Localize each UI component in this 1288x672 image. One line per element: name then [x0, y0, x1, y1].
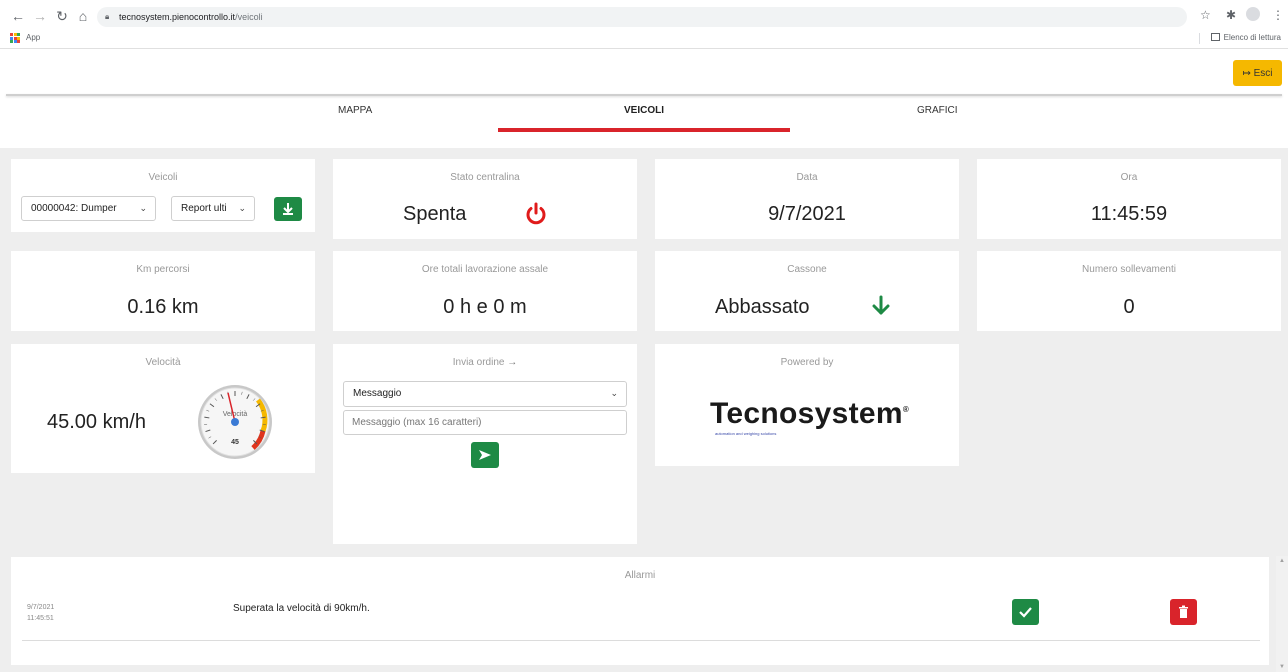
alarm-divider	[22, 640, 1260, 641]
alarm-timestamp: 9/7/2021 11:45:51	[27, 602, 54, 624]
header-divider	[6, 94, 1282, 96]
delete-alarm-button[interactable]	[1170, 599, 1197, 625]
sign-out-icon: ↦	[1242, 67, 1251, 79]
card-velocita: Velocità 45.00 km/h Velocità 45	[11, 344, 315, 473]
profile-icon[interactable]	[1246, 7, 1260, 21]
alarm-time: 11:45:51	[27, 615, 54, 622]
logo-registered-mark: ®	[902, 405, 910, 414]
card-data-title: Data	[796, 172, 818, 183]
bookmark-star-icon[interactable]: ☆	[1200, 8, 1211, 22]
velocita-value: 45.00 km/h	[47, 411, 146, 433]
card-velocita-title: Velocità	[145, 357, 181, 368]
bookmarks-bar: App Elenco di lettura	[0, 30, 1288, 48]
message-placeholder: Messaggio (max 16 caratteri)	[352, 417, 482, 428]
tab-mappa[interactable]: MAPPA	[338, 105, 372, 116]
card-km-percorsi: Km percorsi 0.16 km	[11, 251, 315, 331]
menu-kebab-icon[interactable]: ⋮	[1272, 8, 1284, 22]
logo-text: Tecnosystem	[710, 397, 903, 430]
card-ore-title: Ore totali lavorazione assale	[421, 264, 549, 275]
order-type-value: Messaggio	[353, 388, 402, 399]
card-data: Data 9/7/2021	[655, 159, 959, 239]
forward-icon[interactable]: →	[32, 8, 48, 24]
chrome-divider	[0, 48, 1288, 49]
apps-grid-icon[interactable]	[10, 33, 20, 43]
tab-grafici[interactable]: GRAFICI	[917, 105, 958, 116]
alarm-date: 9/7/2021	[27, 604, 55, 611]
card-km-title: Km percorsi	[136, 264, 190, 275]
report-select[interactable]: Report ulti ⌄	[171, 196, 255, 221]
logo-tagline: automation and weighing solutions	[715, 431, 777, 436]
download-button[interactable]	[274, 197, 302, 221]
card-sollevamenti: Numero sollevamenti 0	[977, 251, 1281, 331]
arrow-right-icon: →	[507, 357, 518, 368]
reading-list-icon	[1210, 33, 1220, 41]
trash-icon	[1179, 605, 1188, 618]
data-value: 9/7/2021	[768, 203, 846, 225]
order-type-select[interactable]: Messaggio ⌄	[343, 381, 627, 407]
card-invia-ordine: Invia ordine → Messaggio ⌄ Messaggio (ma…	[333, 344, 637, 544]
arrow-down-icon	[872, 295, 890, 315]
card-allarmi: Allarmi 9/7/2021 11:45:51 Superata la ve…	[11, 557, 1269, 665]
acknowledge-alarm-button[interactable]	[1012, 599, 1039, 625]
report-select-value: Report ulti	[181, 203, 227, 214]
card-sollevamenti-title: Numero sollevamenti	[1082, 264, 1176, 275]
gauge-hub	[231, 418, 239, 426]
card-cassone: Cassone Abbassato	[655, 251, 959, 331]
logout-label: Esci	[1253, 67, 1273, 79]
scroll-down-icon[interactable]: ▼	[1279, 664, 1285, 670]
ore-value: 0 h e 0 m	[443, 296, 527, 318]
card-ora-title: Ora	[1120, 172, 1138, 183]
home-icon[interactable]: ⌂	[75, 8, 91, 24]
gauge-readout: 45	[231, 439, 239, 446]
km-value: 0.16 km	[127, 296, 199, 318]
card-veicoli-title: Veicoli	[148, 172, 178, 183]
power-icon	[526, 202, 546, 225]
back-icon[interactable]: ←	[10, 8, 26, 24]
card-ordine-title: Invia ordine →	[333, 357, 637, 368]
check-icon	[1019, 607, 1032, 618]
bookmarks-separator	[1199, 33, 1200, 44]
card-stato-title: Stato centralina	[450, 172, 520, 183]
url-host: tecnosystem.pienocontrollo.it	[119, 12, 236, 22]
logout-button[interactable]: ↦ Esci	[1233, 60, 1282, 86]
reading-list-button[interactable]: Elenco di lettura	[1210, 33, 1281, 42]
chevron-down-icon: ⌄	[238, 203, 246, 213]
send-button[interactable]	[471, 442, 499, 468]
apps-bookmark[interactable]: App	[26, 33, 40, 42]
card-cassone-title: Cassone	[787, 264, 827, 275]
vehicle-select[interactable]: 00000042: Dumper ⌄	[21, 196, 156, 221]
card-stato-centralina: Stato centralina Spenta	[333, 159, 637, 239]
send-icon	[479, 450, 491, 460]
vehicle-select-value: 00000042: Dumper	[31, 203, 117, 214]
chevron-down-icon: ⌄	[139, 203, 147, 213]
browser-toolbar: ← → ↻ ⌂ 🔒︎ tecnosystem.pienocontrollo.it…	[0, 0, 1288, 34]
card-ore-lavorazione: Ore totali lavorazione assale 0 h e 0 m	[333, 251, 637, 331]
address-bar[interactable]: 🔒︎ tecnosystem.pienocontrollo.it/veicoli	[97, 7, 1187, 27]
scroll-up-icon[interactable]: ▲	[1279, 558, 1285, 564]
speedometer-gauge: Velocità 45	[198, 385, 272, 459]
tecnosystem-logo: Tecnosystem®	[710, 397, 909, 431]
sollevamenti-value: 0	[1123, 296, 1135, 318]
lock-icon: 🔒︎	[105, 12, 110, 21]
allarmi-title: Allarmi	[624, 570, 656, 581]
cassone-value: Abbassato	[715, 296, 810, 318]
extensions-icon[interactable]: ✱	[1226, 8, 1236, 22]
chevron-down-icon: ⌄	[610, 388, 618, 398]
card-ora: Ora 11:45:59	[977, 159, 1281, 239]
gauge-label: Velocità	[223, 411, 248, 418]
reload-icon[interactable]: ↻	[54, 8, 70, 24]
page-scrollbar[interactable]: ▲ ▼	[1276, 556, 1288, 672]
download-icon	[283, 203, 293, 215]
stato-value: Spenta	[403, 203, 467, 225]
active-tab-indicator	[498, 128, 790, 132]
ordine-title-text: Invia ordine	[452, 357, 505, 368]
card-veicoli: Veicoli 00000042: Dumper ⌄ Report ulti ⌄	[11, 159, 315, 232]
ora-value: 11:45:59	[1090, 203, 1168, 225]
alarm-message: Superata la velocità di 90km/h.	[233, 603, 370, 614]
url-path: /veicoli	[235, 12, 263, 22]
message-input[interactable]: Messaggio (max 16 caratteri)	[343, 410, 627, 435]
tab-veicoli[interactable]: VEICOLI	[624, 105, 664, 116]
reading-list-label: Elenco di lettura	[1223, 33, 1281, 42]
card-powered-title: Powered by	[780, 357, 834, 368]
